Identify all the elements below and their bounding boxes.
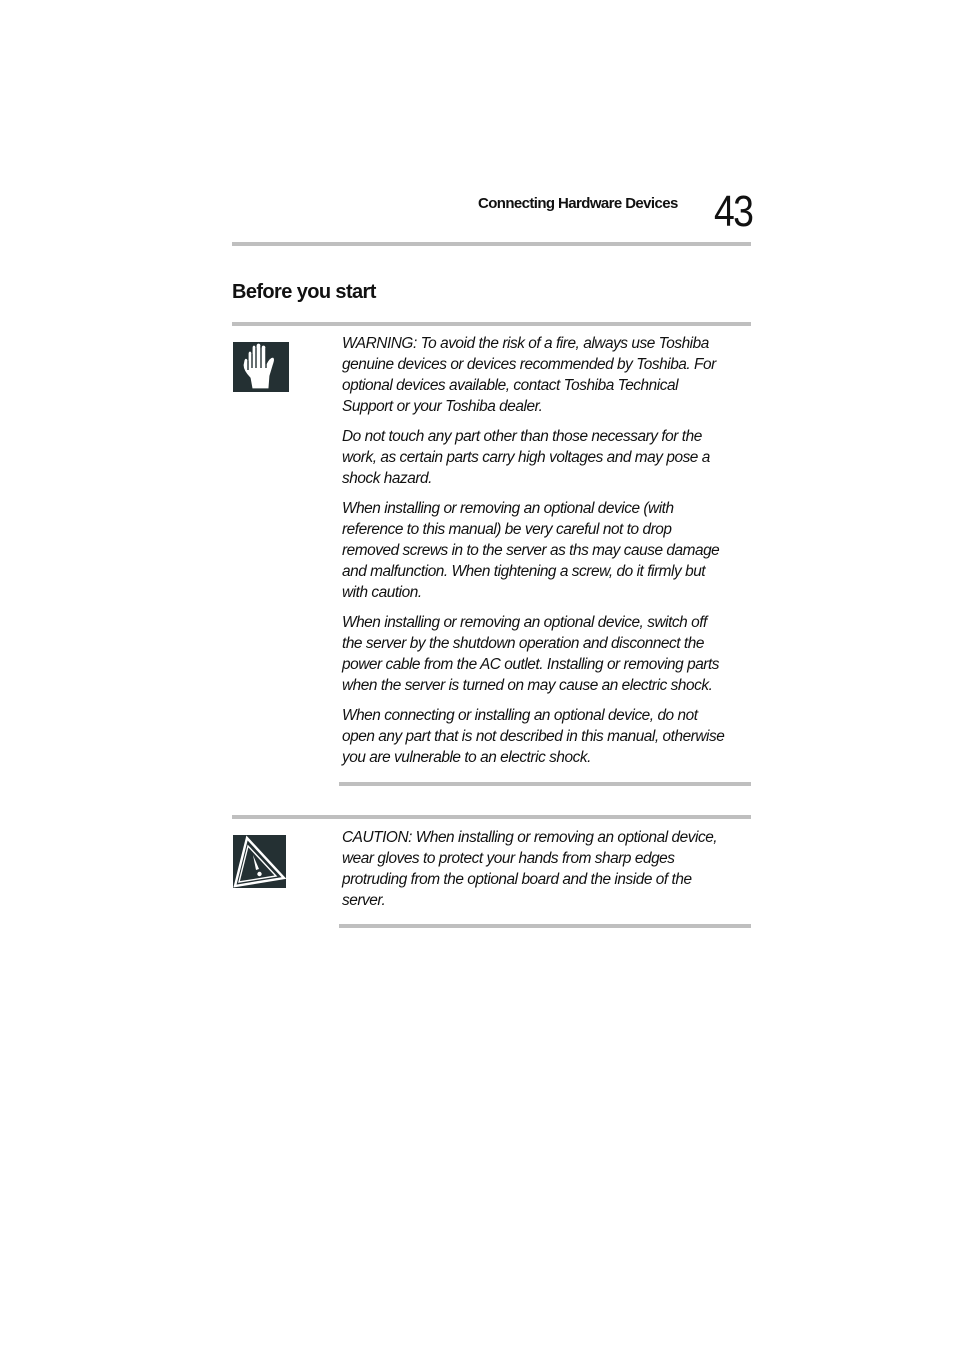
caution-note-body: CAUTION: When installing or removing an … <box>342 827 727 920</box>
warning-paragraph: Do not touch any part other than those n… <box>342 428 710 487</box>
caution-top-rule <box>232 815 751 819</box>
warning-bottom-rule <box>339 782 751 786</box>
warning-note-body: WARNING: To avoid the risk of a fire, al… <box>342 333 727 777</box>
running-header-title: Connecting Hardware Devices <box>478 195 678 212</box>
hand-stop-icon <box>233 342 289 392</box>
warning-paragraph: When installing or removing an optional … <box>342 614 720 694</box>
warning-top-rule <box>232 322 751 326</box>
warning-paragraph: When connecting or installing an optiona… <box>342 707 725 766</box>
page-number: 43 <box>714 187 754 236</box>
warning-paragraph: When installing or removing an optional … <box>342 500 720 601</box>
section-title: Before you start <box>232 281 376 303</box>
header-rule <box>232 242 751 246</box>
warning-triangle-icon <box>233 835 287 888</box>
warning-paragraph: WARNING: To avoid the risk of a fire, al… <box>342 335 716 415</box>
caution-bottom-rule <box>339 924 751 928</box>
caution-paragraph: CAUTION: When installing or removing an … <box>342 829 718 909</box>
